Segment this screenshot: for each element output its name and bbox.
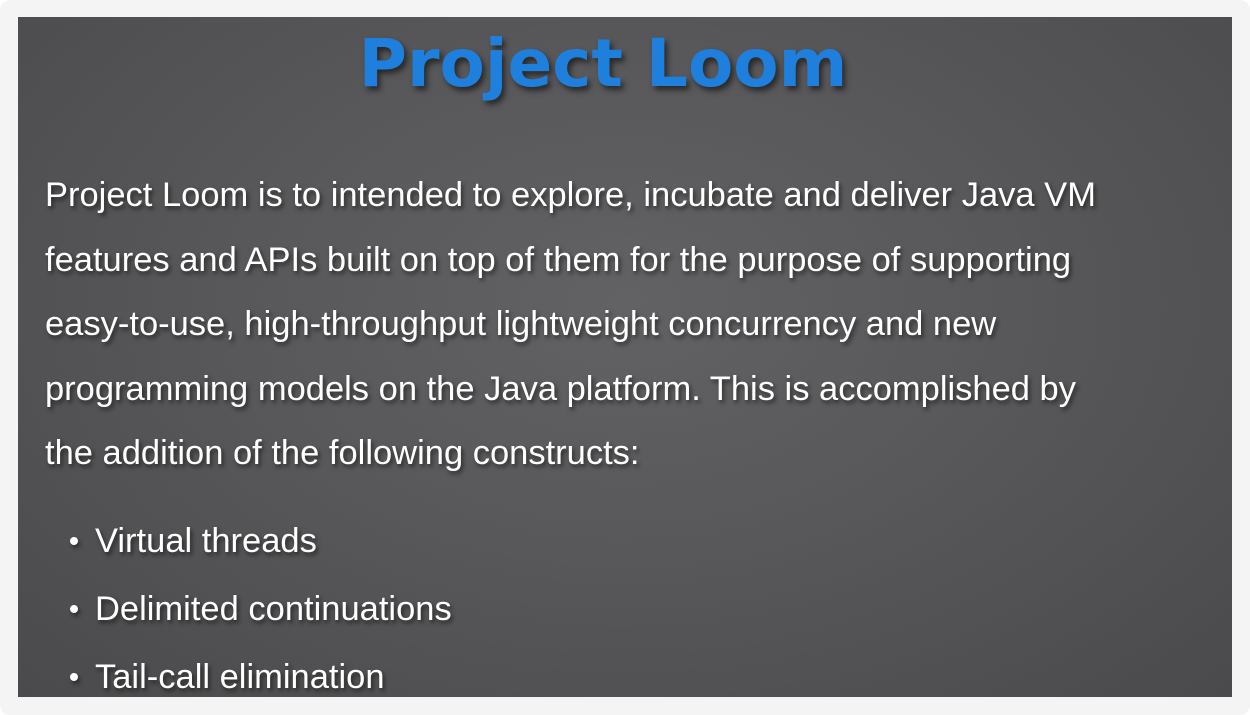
slide-title: Project Loom (358, 25, 848, 102)
paragraph-line: Project Loom is to intended to explore, … (45, 176, 1096, 214)
list-item: Tail-call elimination (70, 643, 452, 697)
list-item-label: Virtual threads (95, 522, 317, 560)
paragraph-line: easy-to-use, high-throughput lightweight… (45, 305, 997, 343)
paragraph-line: the addition of the following constructs… (45, 434, 640, 472)
bullet-icon (70, 673, 78, 681)
paragraph-line: features and APIs built on top of them f… (45, 240, 1072, 279)
list-item-label: Tail-call elimination (95, 658, 385, 696)
slide-paragraph: Project Loom is to intended to explore, … (45, 163, 1227, 486)
list-item: Delimited continuations (70, 575, 452, 643)
bullet-icon (70, 537, 78, 545)
paragraph-line: programming models on the Java platform.… (45, 369, 1076, 408)
construct-list: Virtual threads Delimited continuations … (70, 507, 452, 697)
list-item-label: Delimited continuations (95, 590, 452, 628)
bullet-icon (70, 605, 78, 613)
list-item: Virtual threads (70, 507, 452, 575)
screenshot-frame: Project Loom Project Loom is to intended… (0, 0, 1250, 715)
presentation-slide: Project Loom Project Loom is to intended… (18, 17, 1232, 697)
